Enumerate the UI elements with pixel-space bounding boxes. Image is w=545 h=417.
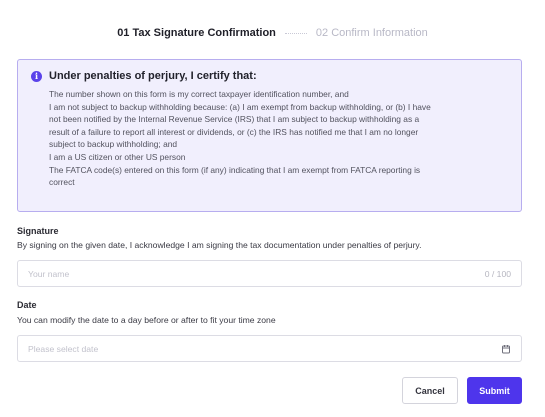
notice-line: I am a US citizen or other US person [49, 151, 186, 162]
notice-line: correct [49, 177, 75, 188]
perjury-notice: i Under penalties of perjury, I certify … [17, 59, 522, 212]
notice-line: The FATCA code(s) entered on this form (… [49, 164, 421, 175]
date-picker-input[interactable]: Please select date [17, 335, 522, 362]
info-icon: i [31, 70, 42, 82]
date-label: Date [17, 300, 37, 310]
calendar-icon[interactable] [501, 344, 511, 354]
stepper: 01 Tax Signature Confirmation 02 Confirm… [0, 24, 545, 42]
step-separator [284, 32, 307, 34]
signature-name-input[interactable]: Your name 0 / 100 [17, 260, 522, 287]
notice-line: not been notified by the Internal Revenu… [49, 114, 420, 125]
step-tax-signature[interactable]: 01 Tax Signature Confirmation [117, 27, 276, 39]
cancel-button[interactable]: Cancel [402, 377, 458, 404]
signature-placeholder: Your name [28, 268, 70, 279]
signature-label: Signature [17, 226, 59, 236]
signature-description: By signing on the given date, I acknowle… [17, 240, 422, 250]
notice-line: I am not subject to backup withholding b… [49, 101, 431, 112]
date-description: You can modify the date to a day before … [17, 315, 276, 325]
notice-line: subject to backup withholding; and [49, 139, 178, 150]
date-placeholder: Please select date [28, 343, 99, 354]
notice-line: The number shown on this form is my corr… [49, 89, 349, 99]
notice-line: result of a failure to report all intere… [49, 126, 419, 137]
submit-button[interactable]: Submit [467, 377, 522, 404]
notice-title: Under penalties of perjury, I certify th… [49, 70, 257, 82]
step-confirm-information[interactable]: 02 Confirm Information [316, 27, 428, 39]
notice-body: The number shown on this form is my corr… [31, 88, 507, 189]
character-counter: 0 / 100 [484, 268, 511, 279]
